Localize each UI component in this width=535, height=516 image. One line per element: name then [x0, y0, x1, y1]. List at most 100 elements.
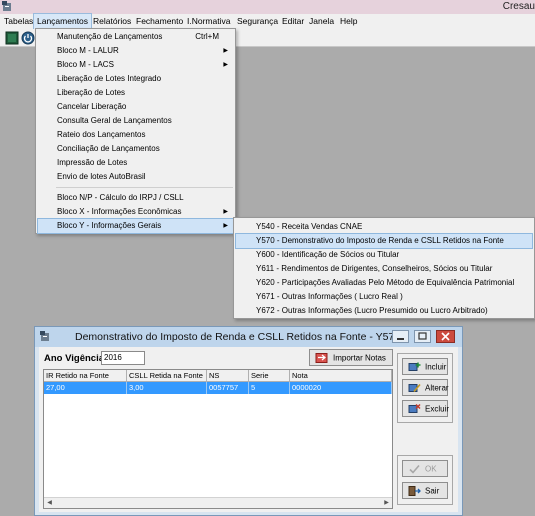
menu-item-liberacao-lotes[interactable]: Liberação de Lotes: [38, 86, 233, 100]
menu-item-envio-autobrasil[interactable]: Envio de lotes AutoBrasil: [38, 170, 233, 184]
menu-item-label: Consulta Geral de Lançamentos: [57, 116, 172, 125]
table-cell-ir[interactable]: 27,00: [44, 382, 127, 394]
add-icon: [408, 362, 421, 371]
menu-fechamento[interactable]: Fechamento: [133, 14, 186, 29]
submenu-item-y611[interactable]: Y611 - Rendimentos de Dirigentes, Consel…: [236, 262, 532, 276]
shortcut-label: Ctrl+M: [195, 32, 219, 41]
check-icon: [409, 464, 420, 474]
column-header-serie[interactable]: Serie: [249, 370, 290, 382]
menu-bar: Tabelas Lançamentos Relatórios Fechament…: [0, 13, 535, 30]
menu-item-bloco-x[interactable]: Bloco X - Informações Econômicas ▶: [38, 205, 233, 219]
minimize-button[interactable]: [392, 330, 409, 343]
menu-item-bloco-m-lacs[interactable]: Bloco M - LACS ▶: [38, 58, 233, 72]
submenu-arrow-icon: ▶: [223, 223, 228, 229]
submenu-item-y540[interactable]: Y540 - Receita Vendas CNAE: [236, 220, 532, 234]
sair-button[interactable]: Sair: [402, 482, 448, 499]
app-icon: [2, 1, 11, 11]
submenu-item-y570[interactable]: Y570 - Demonstrativo do Imposto de Renda…: [235, 233, 533, 249]
y570-dialog: Demonstrativo do Imposto de Renda e CSLL…: [34, 326, 463, 516]
submenu-arrow-icon: ▶: [223, 48, 228, 54]
menu-seguranca[interactable]: Segurança: [234, 14, 281, 29]
menu-item-impressao-lotes[interactable]: Impressão de Lotes: [38, 156, 233, 170]
dialog-titlebar[interactable]: Demonstrativo do Imposto de Renda e CSLL…: [35, 327, 462, 347]
excluir-label: Excluir: [425, 404, 450, 413]
column-header-ns[interactable]: NS: [207, 370, 249, 382]
ok-button[interactable]: OK: [402, 460, 448, 477]
excluir-button[interactable]: Excluir: [402, 400, 450, 417]
table-cell-ns[interactable]: 0057757: [207, 382, 249, 394]
app-title: Cresau: [502, 1, 535, 12]
menu-item-label: Cancelar Liberação: [57, 102, 127, 111]
column-header-csll[interactable]: CSLL Retida na Fonte: [127, 370, 207, 382]
menu-item-label: Impressão de Lotes: [57, 158, 128, 167]
scroll-right-icon[interactable]: ▶: [381, 498, 392, 508]
menu-lancamentos[interactable]: Lançamentos: [32, 13, 93, 30]
menu-item-manutencao[interactable]: Manutenção de Lançamentos Ctrl+M: [38, 30, 233, 44]
submenu-item-y672[interactable]: Y672 - Outras Informações (Lucro Presumi…: [236, 304, 532, 318]
bloco-y-submenu: Y540 - Receita Vendas CNAE Y570 - Demons…: [233, 217, 535, 319]
menu-instrucao-normativa[interactable]: I.Normativa: [184, 14, 233, 29]
menu-item-conciliacao[interactable]: Conciliação de Lançamentos: [38, 142, 233, 156]
menu-tabelas[interactable]: Tabelas: [1, 14, 36, 29]
exit-door-icon: [408, 485, 421, 496]
horizontal-scrollbar[interactable]: ◀ ▶: [44, 497, 392, 508]
lancamentos-menu: Manutenção de Lançamentos Ctrl+M Bloco M…: [35, 28, 236, 234]
import-notes-label: Importar Notas: [333, 353, 386, 362]
submenu-arrow-icon: ▶: [223, 62, 228, 68]
menu-item-bloco-m-lalur[interactable]: Bloco M - LALUR ▶: [38, 44, 233, 58]
menu-item-label: Bloco M - LALUR: [57, 46, 119, 55]
y570-table[interactable]: IR Retido na Fonte CSLL Retida na Fonte …: [43, 369, 393, 509]
menu-item-label: Conciliação de Lançamentos: [57, 144, 160, 153]
menu-help[interactable]: Help: [337, 14, 360, 29]
menu-editar[interactable]: Editar: [279, 14, 307, 29]
menu-item-label: Manutenção de Lançamentos: [57, 32, 163, 41]
menu-separator: [56, 187, 233, 188]
alterar-button[interactable]: Alterar: [402, 379, 449, 396]
menu-item-rateio[interactable]: Rateio dos Lançamentos: [38, 128, 233, 142]
menu-item-label: Liberação de Lotes Integrado: [57, 74, 162, 83]
menu-item-liberacao-integrado[interactable]: Liberação de Lotes Integrado: [38, 72, 233, 86]
dialog-body: Ano Vigência 2016 Importar Notas IR Reti…: [39, 347, 458, 512]
exit-icon[interactable]: [21, 31, 35, 45]
maximize-button[interactable]: [414, 330, 431, 343]
grid-icon[interactable]: [5, 31, 19, 45]
app-titlebar: Cresau: [0, 0, 535, 14]
scroll-left-icon[interactable]: ◀: [44, 498, 55, 508]
menu-item-bloco-y[interactable]: Bloco Y - Informações Gerais ▶: [37, 218, 234, 234]
menu-item-label: Liberação de Lotes: [57, 88, 126, 97]
column-header-ir[interactable]: IR Retido na Fonte: [44, 370, 127, 382]
menu-item-label: Bloco N/P - Cálculo do IRPJ / CSLL: [57, 193, 184, 202]
delete-icon: [408, 403, 421, 413]
import-notes-button[interactable]: Importar Notas: [309, 349, 393, 366]
year-label: Ano Vigência: [44, 353, 105, 364]
table-cell-csll[interactable]: 3,00: [127, 382, 207, 394]
menu-item-label: Bloco Y - Informações Gerais: [57, 221, 162, 230]
incluir-button[interactable]: Incluir: [402, 358, 448, 375]
close-button[interactable]: [436, 330, 455, 343]
menu-janela[interactable]: Janela: [306, 14, 337, 29]
menu-relatorios[interactable]: Relatórios: [90, 14, 134, 29]
sair-label: Sair: [425, 486, 440, 495]
column-header-nota[interactable]: Nota: [290, 370, 392, 382]
incluir-label: Incluir: [425, 362, 447, 371]
import-icon: [315, 352, 328, 363]
menu-item-label: Bloco X - Informações Econômicas: [57, 207, 182, 216]
menu-item-label: Bloco M - LACS: [57, 60, 114, 69]
dialog-title: Demonstrativo do Imposto de Renda e CSLL…: [75, 331, 401, 343]
menu-item-consulta-geral[interactable]: Consulta Geral de Lançamentos: [38, 114, 233, 128]
table-cell-nota[interactable]: 0000020: [290, 382, 392, 394]
edit-icon: [408, 383, 421, 392]
ok-label: OK: [425, 464, 437, 473]
submenu-item-y620[interactable]: Y620 - Participações Avaliadas Pelo Méto…: [236, 276, 532, 290]
submenu-item-y671[interactable]: Y671 - Outras Informações ( Lucro Real ): [236, 290, 532, 304]
close-icon: [441, 332, 450, 341]
table-cell-serie[interactable]: 5: [249, 382, 290, 394]
minimize-icon: [397, 338, 404, 340]
alterar-label: Alterar: [425, 383, 449, 392]
menu-item-bloco-np[interactable]: Bloco N/P - Cálculo do IRPJ / CSLL: [38, 191, 233, 205]
maximize-icon: [418, 332, 427, 340]
menu-item-cancelar-liberacao[interactable]: Cancelar Liberação: [38, 100, 233, 114]
menu-item-label: Rateio dos Lançamentos: [57, 130, 146, 139]
year-input[interactable]: 2016: [101, 351, 145, 365]
submenu-item-y600[interactable]: Y600 - Identificação de Sócios ou Titula…: [236, 248, 532, 262]
